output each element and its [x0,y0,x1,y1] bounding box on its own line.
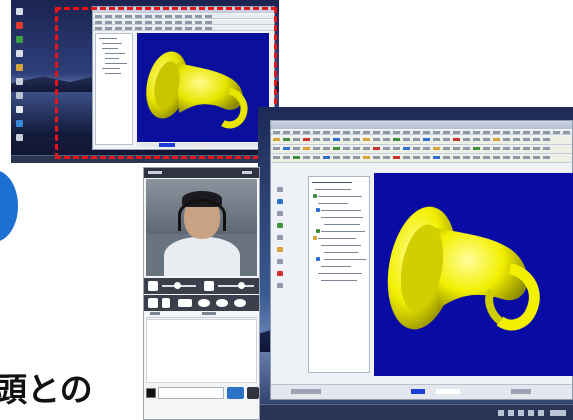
desktop-icon[interactable] [16,8,23,15]
tool-icon[interactable] [277,187,283,192]
toolbar-row-1[interactable] [271,137,572,145]
audio-controls [144,278,259,294]
left-tool-column[interactable] [271,173,304,373]
mic-icon[interactable] [148,281,158,291]
tree-node-icon [316,208,320,212]
toggle-option[interactable] [178,299,192,307]
chat-messages[interactable] [146,319,257,383]
enlarged-desktop [258,107,573,420]
menu-bar[interactable] [271,130,572,135]
tool-icon[interactable] [277,271,283,276]
desktop-icon[interactable] [16,134,23,141]
tool-icon[interactable] [277,199,283,204]
stage: 頭との [0,0,573,420]
desktop-icon[interactable] [16,120,23,127]
speaker-volume-slider[interactable] [218,285,254,287]
mic-volume-knob[interactable] [174,282,181,289]
swap-icon[interactable] [162,298,170,308]
chat-input[interactable] [158,387,224,399]
desktop-icon[interactable] [16,106,23,113]
volume-icon[interactable] [204,281,214,291]
tool-icon[interactable] [277,223,283,228]
chat-header[interactable] [144,168,259,178]
tool-icon[interactable] [277,211,283,216]
feature-tree-panel[interactable] [308,176,370,373]
webcam-video-icon [146,179,257,276]
send-icon[interactable] [227,387,244,399]
toggle-option[interactable] [198,299,210,307]
taskbar [258,404,573,420]
tool-icon[interactable] [277,283,283,288]
horn-3d-model-icon [387,206,540,331]
toggle-option[interactable] [234,299,246,307]
chat-input-row [146,386,259,400]
tree-node-icon [313,194,317,198]
desktop-icon[interactable] [16,50,23,57]
color-picker[interactable] [146,388,156,398]
bell-icon[interactable] [247,387,259,399]
desktop-icon[interactable] [16,36,23,43]
3d-viewport[interactable] [374,173,573,376]
accent-circle [0,170,18,242]
toolbar-row-2[interactable] [271,146,572,154]
tree-node-icon [316,229,320,233]
tree-node-icon [313,236,317,240]
status-bar [271,384,572,399]
participant-list-header [146,310,257,318]
desktop-icon[interactable] [16,22,23,29]
toggle-option[interactable] [216,299,228,307]
tool-icon[interactable] [277,235,283,240]
caption-text: 頭との [0,370,93,409]
camera-controls [144,295,259,311]
desktop-icon[interactable] [16,64,23,71]
tool-icon[interactable] [277,247,283,252]
tool-icon[interactable] [277,259,283,264]
desktop-icon[interactable] [16,92,23,99]
desktop-icon[interactable] [16,78,23,85]
video-chat-panel[interactable] [143,167,260,420]
cad-application-window[interactable] [270,120,573,400]
title-bar[interactable] [271,121,572,129]
selection-highlight [55,7,277,159]
tree-node-icon [316,257,320,261]
speaker-volume-knob[interactable] [238,282,245,289]
toolbar-row-3[interactable] [271,155,572,163]
camera-icon[interactable] [148,298,158,308]
